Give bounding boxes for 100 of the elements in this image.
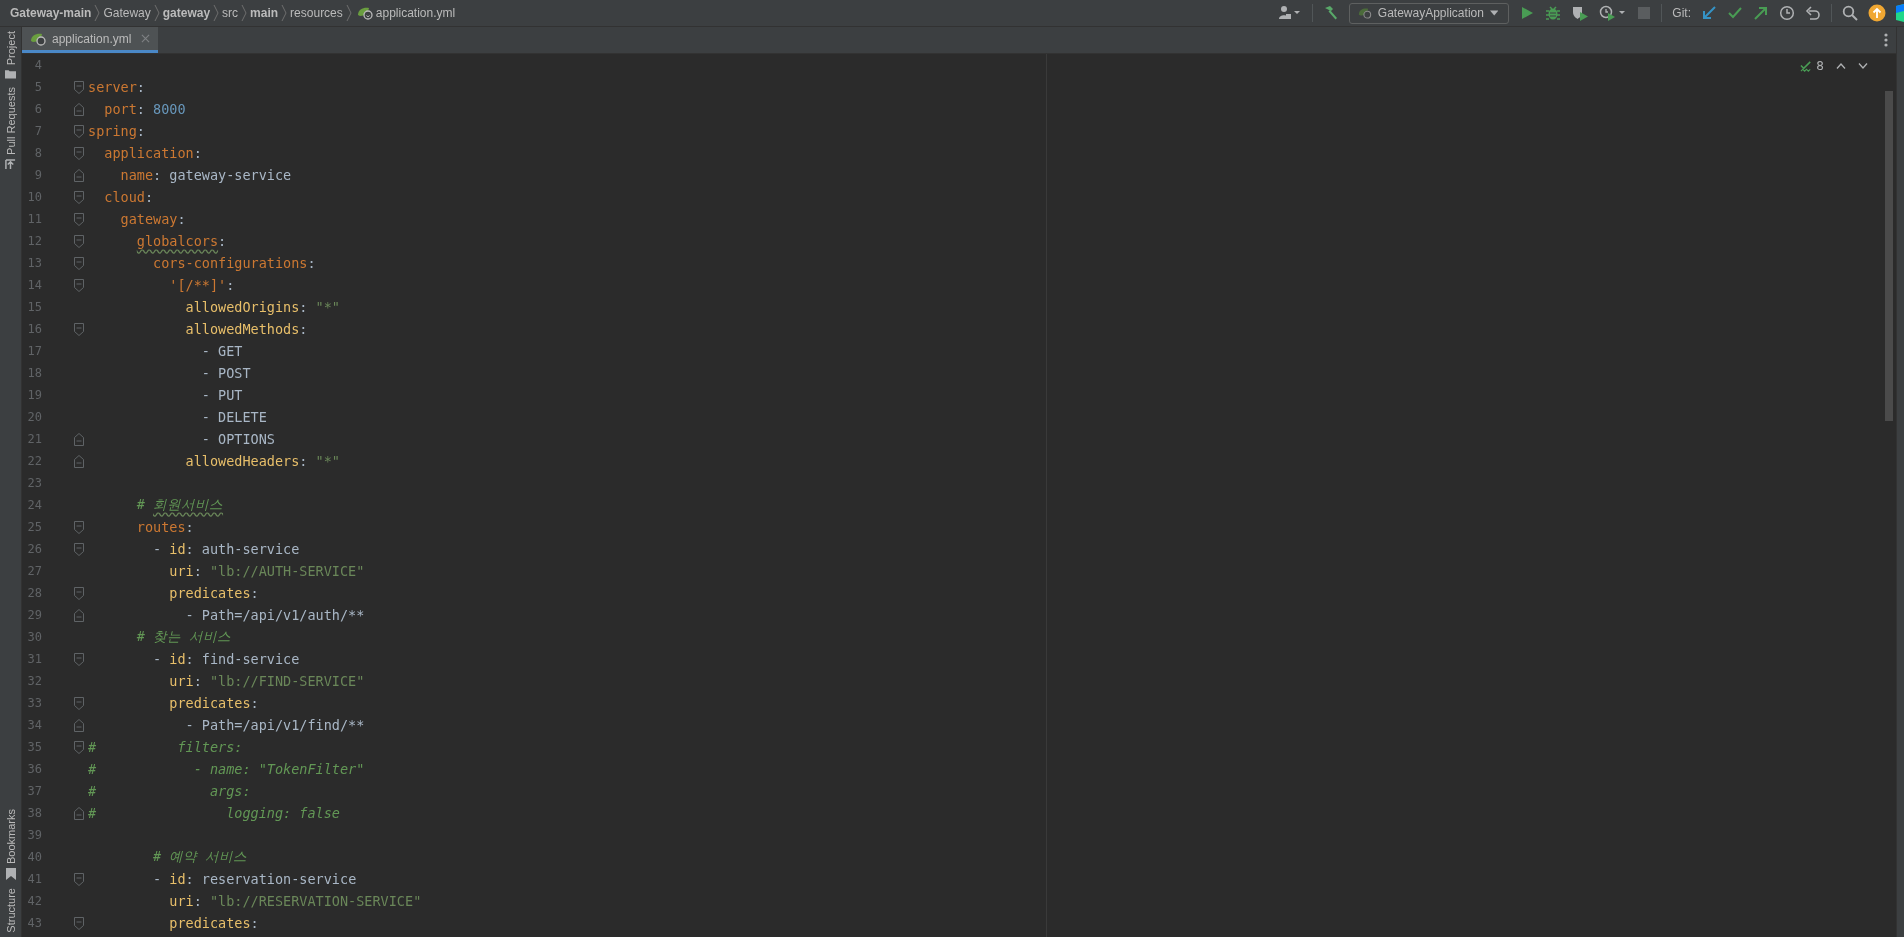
line-number: 7 — [33, 124, 42, 138]
code-line: # 찾는 서비스 — [135, 628, 232, 646]
line-number: 5 — [33, 80, 42, 94]
tool-window-tab[interactable]: Project — [4, 31, 17, 66]
fold-marker-icon[interactable] — [74, 806, 84, 820]
code-line: allowedOrigins: "*" — [184, 299, 340, 315]
fold-marker-icon[interactable] — [74, 278, 84, 292]
line-number: 29 — [26, 608, 42, 622]
code-line: port: 8000 — [103, 101, 186, 117]
more-options-icon[interactable] — [1884, 32, 1888, 48]
breadcrumb-item[interactable]: resources — [290, 6, 343, 20]
code-line: predicates: — [168, 695, 259, 711]
line-number: 30 — [26, 630, 42, 644]
tool-window-tab[interactable]: Bookmarks — [4, 809, 17, 865]
search-icon[interactable] — [1842, 5, 1858, 21]
chevron-icon — [281, 4, 288, 22]
line-number: 38 — [26, 806, 42, 820]
line-number: 32 — [26, 674, 42, 688]
editor-tab[interactable]: application.yml — [22, 27, 159, 53]
fold-marker-icon[interactable] — [74, 190, 84, 204]
caret-icon — [1489, 10, 1499, 16]
push-arrow-icon[interactable] — [1753, 5, 1769, 21]
fold-marker-icon[interactable] — [74, 718, 84, 732]
chevron-icon — [94, 4, 101, 22]
breadcrumb-item[interactable]: gateway — [162, 6, 211, 20]
line-number: 43 — [26, 916, 42, 930]
fold-marker-icon[interactable] — [74, 454, 84, 468]
breadcrumb-item[interactable]: src — [222, 6, 239, 20]
code-line: '[/**]': — [168, 277, 235, 293]
breadcrumb-item[interactable]: Gateway-main — [10, 6, 92, 20]
fold-marker-icon[interactable] — [74, 740, 84, 754]
update-project-icon[interactable] — [1701, 5, 1717, 21]
line-number: 8 — [33, 146, 42, 160]
history-clock-icon[interactable] — [1779, 5, 1795, 21]
line-number: 10 — [26, 190, 42, 204]
debug-icon[interactable] — [1545, 5, 1562, 21]
tool-window-tab[interactable]: Pull Requests — [4, 87, 17, 156]
line-number: 11 — [26, 212, 42, 226]
code-line: # args: — [88, 783, 251, 799]
user-icon[interactable] — [1278, 5, 1303, 21]
line-number: 34 — [26, 718, 42, 732]
code-line: # 예약 서비스 — [152, 848, 248, 866]
fold-marker-icon[interactable] — [74, 608, 84, 622]
code-line: - OPTIONS — [200, 431, 275, 447]
code-line: - id: auth-service — [152, 541, 300, 557]
line-number: 26 — [26, 542, 42, 556]
close-icon[interactable] — [141, 34, 151, 43]
line-number: 4 — [33, 58, 42, 72]
line-number: 15 — [26, 300, 42, 314]
fold-marker-icon[interactable] — [74, 916, 84, 930]
code-line: - PUT — [200, 387, 243, 403]
fold-marker-icon[interactable] — [74, 520, 84, 534]
fold-marker-icon[interactable] — [74, 80, 84, 94]
code-line: routes: — [135, 519, 194, 535]
coverage-icon[interactable] — [1571, 5, 1590, 21]
fold-marker-icon[interactable] — [74, 652, 84, 666]
undo-icon[interactable] — [1805, 5, 1821, 21]
code-line: spring: — [88, 123, 145, 139]
breadcrumb-item[interactable]: Gateway — [103, 6, 151, 20]
fold-marker-icon[interactable] — [74, 542, 84, 556]
fold-marker-icon[interactable] — [74, 696, 84, 710]
code-line: predicates: — [168, 915, 259, 931]
spring-leaf-icon — [356, 6, 373, 20]
code-line: # - name: "TokenFilter" — [88, 761, 365, 777]
fold-marker-icon[interactable] — [74, 586, 84, 600]
code-line: - GET — [200, 343, 243, 359]
commit-check-icon[interactable] — [1727, 5, 1743, 21]
fold-marker-icon[interactable] — [74, 146, 84, 160]
line-number: 28 — [26, 586, 42, 600]
fold-marker-icon[interactable] — [74, 124, 84, 138]
code-line: uri: "lb://RESERVATION-SERVICE" — [168, 893, 422, 909]
line-number: 33 — [26, 696, 42, 710]
profiler-icon[interactable] — [1599, 5, 1628, 21]
tool-window-tab[interactable]: Structure — [4, 888, 17, 933]
fold-marker-icon[interactable] — [74, 234, 84, 248]
hammer-icon[interactable] — [1323, 5, 1340, 21]
fold-marker-icon[interactable] — [74, 432, 84, 446]
update-available-icon[interactable] — [1868, 4, 1886, 22]
code-line: allowedHeaders: "*" — [184, 453, 340, 469]
line-number: 13 — [26, 256, 42, 270]
code-line: - id: find-service — [152, 651, 300, 667]
fold-marker-icon[interactable] — [74, 256, 84, 270]
pull-request-icon — [5, 159, 16, 171]
fold-marker-icon[interactable] — [74, 212, 84, 226]
run-configuration-dropdown[interactable]: GatewayApplication — [1349, 2, 1510, 24]
fold-marker-icon[interactable] — [74, 102, 84, 116]
fold-marker-icon[interactable] — [74, 872, 84, 886]
code-line: - Path=/api/v1/auth/** — [184, 607, 365, 623]
inspection-count[interactable]: 8 — [1800, 59, 1824, 73]
line-number: 42 — [26, 894, 42, 908]
spring-leaf-icon — [1358, 6, 1372, 20]
app-logo-icon[interactable] — [1896, 4, 1904, 22]
line-number: 6 — [33, 102, 42, 116]
fold-marker-icon[interactable] — [74, 322, 84, 336]
scrollbar-thumb[interactable] — [1885, 91, 1893, 421]
breadcrumb-item[interactable]: main — [250, 6, 279, 20]
breadcrumb-item[interactable]: application.yml — [375, 6, 456, 20]
fold-marker-icon[interactable] — [74, 168, 84, 182]
line-number: 12 — [26, 234, 42, 248]
spring-leaf-icon — [30, 31, 46, 46]
